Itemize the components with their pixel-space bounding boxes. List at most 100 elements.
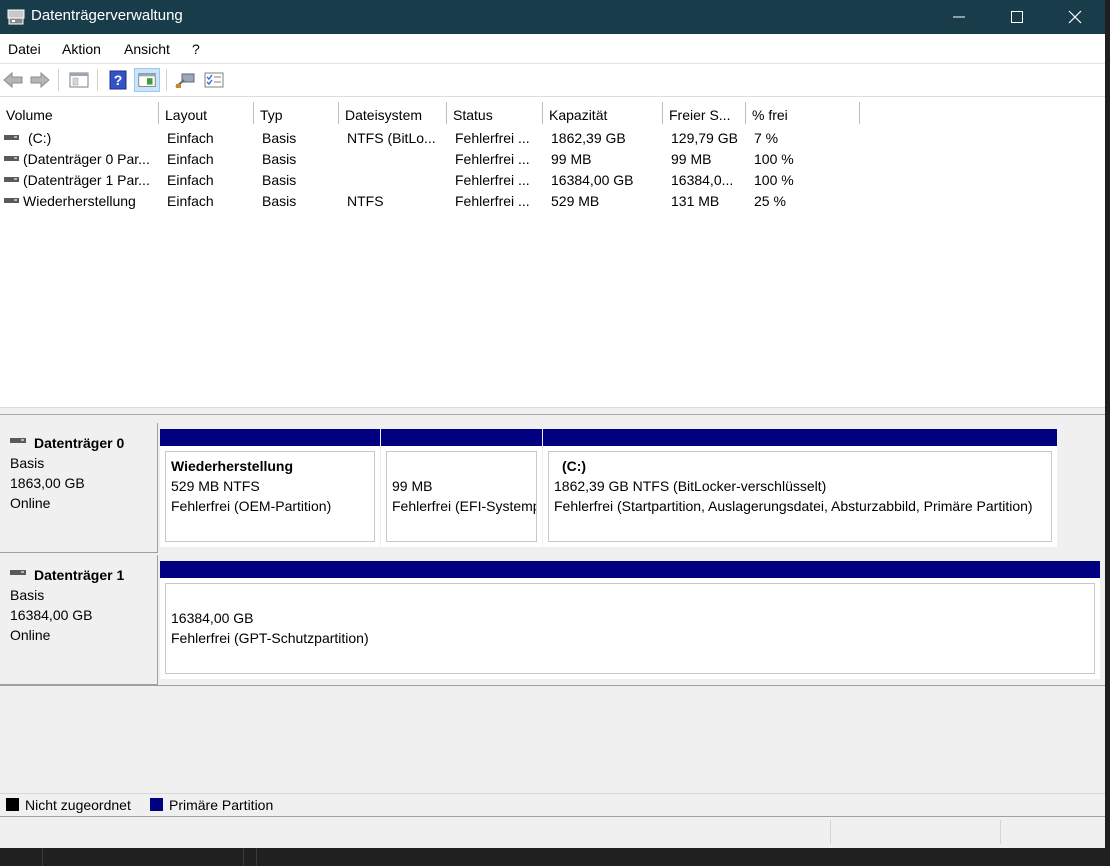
disk-1-partitions: 16384,00 GB Fehlerfrei (GPT-Schutzpartit… <box>160 561 1100 681</box>
connect-icon[interactable] <box>174 70 196 90</box>
title-bar[interactable]: Datenträgerverwaltung <box>0 0 1105 34</box>
disk-state: Online <box>10 495 51 511</box>
disk-size: 1863,00 GB <box>10 475 85 491</box>
maximize-icon <box>1011 11 1023 23</box>
cell-status: Fehlerfrei ... <box>455 151 530 167</box>
disk-icon <box>10 437 26 443</box>
legend-label-unallocated: Nicht zugeordnet <box>25 797 131 813</box>
volume-icon <box>4 135 19 140</box>
partition-size: 1862,39 GB NTFS (BitLocker-verschlüsselt… <box>554 478 827 494</box>
checklist-icon[interactable] <box>203 70 225 90</box>
cell-percent-free: 100 % <box>754 172 794 188</box>
column-header-dateisystem[interactable]: Dateisystem <box>339 102 447 124</box>
partition-color-bar <box>381 429 542 446</box>
column-header-kapazitaet[interactable]: Kapazität <box>543 102 663 124</box>
partition-gpt-protective[interactable]: 16384,00 GB Fehlerfrei (GPT-Schutzpartit… <box>160 561 1100 679</box>
cell-capacity: 1862,39 GB <box>551 130 626 146</box>
cell-volume: Wiederherstellung <box>23 193 136 209</box>
forward-icon[interactable] <box>29 70 51 90</box>
status-bar <box>0 817 1105 848</box>
cell-status: Fehlerfrei ... <box>455 193 530 209</box>
column-header-typ[interactable]: Typ <box>254 102 339 124</box>
taskbar-strip <box>0 848 1110 866</box>
disk-type: Basis <box>10 455 45 471</box>
close-button[interactable] <box>1046 0 1104 34</box>
maximize-button[interactable] <box>988 0 1046 34</box>
partition-status: Fehlerfrei (OEM-Partition) <box>171 498 332 514</box>
partition-status: Fehlerfrei (GPT-Schutzpartition) <box>171 630 369 646</box>
cell-status: Fehlerfrei ... <box>455 172 530 188</box>
pane-splitter[interactable] <box>0 407 1105 415</box>
cell-free-space: 129,79 GB <box>671 130 738 146</box>
column-header-prozent-frei[interactable]: % frei <box>746 102 860 124</box>
disk-0-partitions: Wiederherstellung 529 MB NTFS Fehlerfrei… <box>160 429 1060 552</box>
partition-size: 16384,00 GB <box>171 610 254 626</box>
partition-size: 529 MB NTFS <box>171 478 260 494</box>
cell-percent-free: 100 % <box>754 151 794 167</box>
table-row[interactable]: (Datenträger 1 Par... Einfach Basis Fehl… <box>0 170 1105 191</box>
cell-free-space: 131 MB <box>671 193 720 209</box>
table-row[interactable]: Wiederherstellung Einfach Basis NTFS Feh… <box>0 191 1105 212</box>
cell-volume: (Datenträger 0 Par... <box>23 151 150 167</box>
column-header-status[interactable]: Status <box>447 102 543 124</box>
close-icon <box>1068 10 1082 24</box>
partition-color-bar <box>543 429 1057 446</box>
cell-percent-free: 25 % <box>754 193 786 209</box>
cell-type: Basis <box>262 193 297 209</box>
column-header-volume[interactable]: Volume <box>0 102 159 124</box>
cell-volume: (Datenträger 1 Par... <box>23 172 150 188</box>
disk-management-window: Datenträgerverwaltung Datei Aktion Ansic… <box>0 0 1105 848</box>
help-icon[interactable]: ? <box>107 70 129 90</box>
cell-type: Basis <box>262 172 297 188</box>
menu-help[interactable]: ? <box>192 41 200 57</box>
properties-window-icon[interactable] <box>68 70 90 90</box>
minimize-button[interactable] <box>930 0 988 34</box>
disk-size: 16384,00 GB <box>10 607 93 623</box>
disk-graphical-view: Datenträger 0 Basis 1863,00 GB Online Wi… <box>0 415 1105 793</box>
cell-layout: Einfach <box>167 130 214 146</box>
disk-0-label[interactable]: Datenträger 0 Basis 1863,00 GB Online <box>0 423 158 553</box>
volume-icon <box>4 198 19 203</box>
cell-capacity: 99 MB <box>551 151 592 167</box>
cell-status: Fehlerfrei ... <box>455 130 530 146</box>
partition-color-bar <box>160 429 380 446</box>
toolbar: ? <box>0 63 1105 97</box>
partition-status: Fehlerfrei (Startpartition, Auslagerungs… <box>554 498 1033 514</box>
cell-volume: (C:) <box>28 130 52 146</box>
disk-icon <box>10 569 26 575</box>
menu-aktion[interactable]: Aktion <box>62 41 101 57</box>
partition-title: (C:) <box>562 458 587 474</box>
cell-type: Basis <box>262 151 297 167</box>
table-row[interactable]: (C:) Einfach Basis NTFS (BitLo... Fehler… <box>0 128 1105 149</box>
disk-name: Datenträger 0 <box>34 435 125 451</box>
cell-free-space: 99 MB <box>671 151 712 167</box>
disk-1-label[interactable]: Datenträger 1 Basis 16384,00 GB Online <box>0 555 158 685</box>
cell-layout: Einfach <box>167 151 214 167</box>
cell-percent-free: 7 % <box>754 130 779 146</box>
legend-swatch-primary <box>150 798 163 811</box>
partition-c-drive[interactable]: (C:) 1862,39 GB NTFS (BitLocker-verschlü… <box>543 429 1057 547</box>
menu-ansicht[interactable]: Ansicht <box>124 41 170 57</box>
legend-label-primary: Primäre Partition <box>169 797 274 813</box>
legend: Nicht zugeordnet Primäre Partition <box>0 793 1105 817</box>
back-icon[interactable] <box>2 70 24 90</box>
partition-efi[interactable]: 99 MB Fehlerfrei (EFI-Systempartition) <box>381 429 542 547</box>
column-header-layout[interactable]: Layout <box>159 102 254 124</box>
table-row[interactable]: (Datenträger 0 Par... Einfach Basis Fehl… <box>0 149 1105 170</box>
cell-capacity: 16384,00 GB <box>551 172 634 188</box>
partition-status: Fehlerfrei (EFI-Systempartition) <box>392 498 536 514</box>
column-header-freier-speicher[interactable]: Freier S... <box>663 102 746 124</box>
cell-filesystem: NTFS (BitLo... <box>347 130 436 146</box>
cell-filesystem: NTFS <box>347 193 384 209</box>
cell-layout: Einfach <box>167 193 214 209</box>
partition-size: 99 MB <box>392 478 433 494</box>
disk-type: Basis <box>10 587 45 603</box>
cell-layout: Einfach <box>167 172 214 188</box>
disk-name: Datenträger 1 <box>34 567 125 583</box>
partition-title <box>392 456 536 476</box>
volume-list: Volume Layout Typ Dateisystem Status Kap… <box>0 102 1105 407</box>
show-pane-icon[interactable] <box>134 68 160 92</box>
menu-datei[interactable]: Datei <box>8 41 41 57</box>
partition-wiederherstellung[interactable]: Wiederherstellung 529 MB NTFS Fehlerfrei… <box>160 429 380 547</box>
disk-state: Online <box>10 627 51 643</box>
